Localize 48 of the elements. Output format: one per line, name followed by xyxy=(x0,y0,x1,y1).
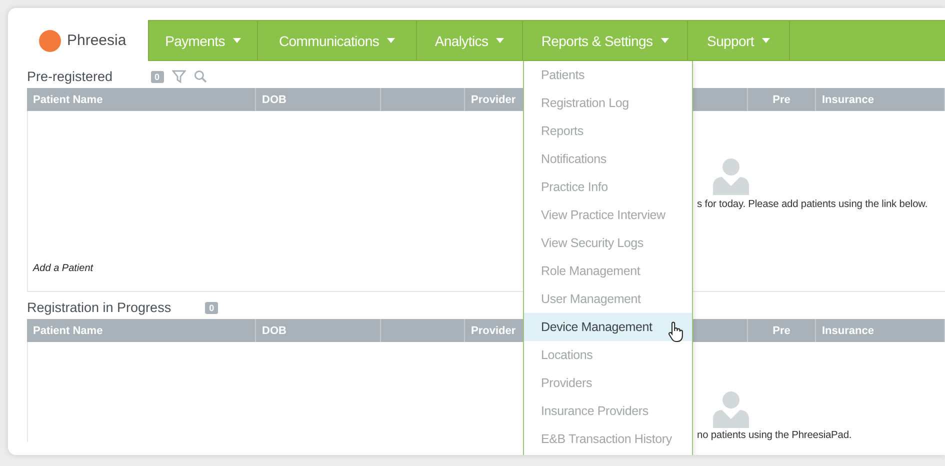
menu-item[interactable]: Providers xyxy=(524,369,692,397)
column-header: Pre xyxy=(772,94,790,106)
caret-icon xyxy=(496,38,504,43)
caret-icon xyxy=(232,38,241,43)
person-icon xyxy=(713,158,749,195)
add-patient-link[interactable]: Add a Patient xyxy=(33,263,94,274)
column-header: Insurance xyxy=(822,94,874,106)
column-header: Provider xyxy=(471,94,516,106)
count-badge: 0 xyxy=(150,70,164,82)
menu-item[interactable]: User Management xyxy=(524,285,692,313)
menu-item[interactable]: Locations xyxy=(524,341,692,369)
nav-menu[interactable]: Payments xyxy=(148,21,258,60)
menu-item[interactable]: Role Management xyxy=(524,257,692,285)
column-header: DOB xyxy=(262,324,286,336)
menu-item[interactable]: Registration Log xyxy=(524,89,692,117)
nav-menu[interactable]: Communications xyxy=(258,21,417,60)
menu-item[interactable]: Device Management xyxy=(524,313,692,341)
column-header: DOB xyxy=(262,94,286,106)
person-icon xyxy=(713,391,749,428)
nav-menu[interactable]: Reports & Settings xyxy=(523,21,688,60)
caret-icon xyxy=(762,38,770,43)
empty-message: no patients using the PhreesiaPad. xyxy=(697,430,852,441)
caret-icon xyxy=(660,38,669,43)
column-header: Patient Name xyxy=(33,94,103,106)
menu-item[interactable]: Patients xyxy=(524,61,692,89)
section-title: Registration in Progress xyxy=(27,300,172,315)
logo-text: Phreesia xyxy=(67,32,126,49)
nav-menu[interactable]: Analytics xyxy=(417,21,523,60)
menu-item[interactable]: Practice Info xyxy=(524,173,692,201)
search-icon[interactable] xyxy=(194,70,207,83)
empty-message: s for today. Please add patients using the link below. xyxy=(697,199,928,210)
menu-item[interactable]: Insurance Providers xyxy=(524,397,692,425)
caret-icon xyxy=(387,38,396,43)
hand-cursor-icon xyxy=(668,321,684,343)
menu-item[interactable]: View Practice Interview xyxy=(524,201,692,229)
column-header: Patient Name xyxy=(33,324,103,336)
menu-item[interactable]: View Security Logs xyxy=(524,229,692,257)
menu-item[interactable]: E&B Transaction History xyxy=(524,425,692,453)
menu-item[interactable]: Reports xyxy=(524,117,692,145)
menu-item[interactable]: Notifications xyxy=(524,145,692,173)
filter-icon[interactable] xyxy=(172,70,186,83)
column-header: Pre xyxy=(772,324,790,336)
nav-menu[interactable]: Support xyxy=(688,21,790,60)
column-header: Insurance xyxy=(822,324,874,336)
count-badge: 0 xyxy=(205,302,218,314)
section-title: Pre-registered xyxy=(27,69,113,84)
logo-circle-icon xyxy=(39,30,61,52)
column-header: Provider xyxy=(471,324,516,336)
